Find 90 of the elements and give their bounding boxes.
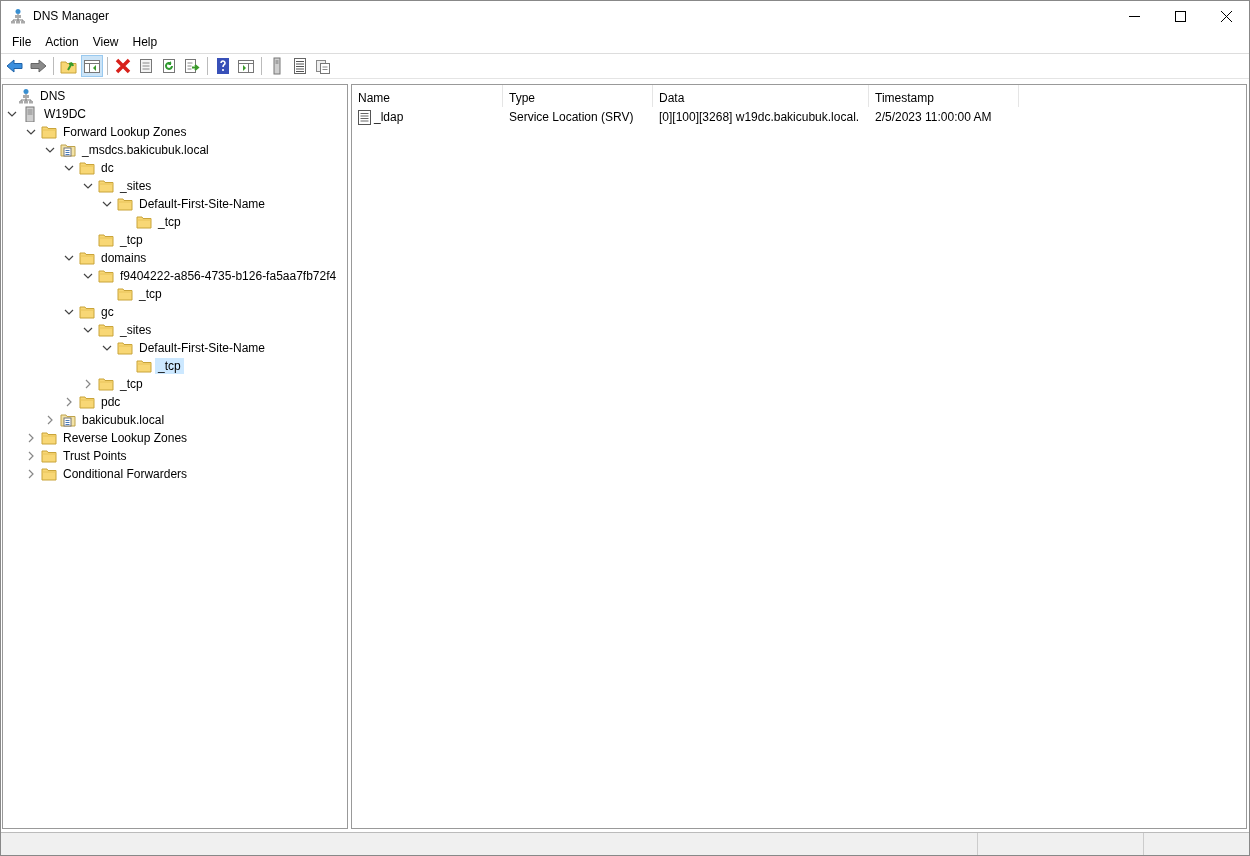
record-icon: [356, 109, 372, 125]
tree-item[interactable]: DNS: [37, 88, 69, 104]
tree-item[interactable]: _sites: [117, 178, 155, 194]
export-list-icon: [183, 57, 201, 75]
maximize-icon[interactable]: [1174, 10, 1186, 22]
expanded-chevron-icon[interactable]: [83, 181, 93, 191]
table-cell: 2/5/2023 11:00:00 AM: [875, 110, 992, 124]
column-header[interactable]: Data: [653, 85, 869, 107]
folder-icon: [79, 394, 95, 410]
column-header[interactable]: Name: [352, 85, 503, 107]
menu-item[interactable]: Help: [125, 35, 165, 49]
folder-icon: [41, 466, 57, 482]
folder-icon: [79, 160, 95, 176]
tree-item[interactable]: dc: [98, 160, 117, 176]
tree-item[interactable]: Conditional Forwarders: [60, 466, 191, 482]
column-header[interactable]: Timestamp: [869, 85, 1019, 107]
tree-item[interactable]: _tcp: [117, 376, 146, 392]
expanded-chevron-icon[interactable]: [64, 307, 74, 317]
folder-icon: [98, 322, 114, 338]
tree-item[interactable]: Trust Points: [60, 448, 130, 464]
tree-item[interactable]: _sites: [117, 322, 155, 338]
document-folder-icon: [60, 142, 76, 158]
copy-icon: [314, 57, 332, 75]
tree-item[interactable]: _tcp: [117, 232, 146, 248]
expanded-chevron-icon[interactable]: [64, 253, 74, 263]
delete-icon: [114, 57, 132, 75]
folder-icon: [136, 358, 152, 374]
expanded-chevron-icon[interactable]: [26, 127, 36, 137]
tree-item[interactable]: Default-First-Site-Name: [136, 340, 269, 356]
folder-icon: [79, 250, 95, 266]
folder-icon: [117, 286, 133, 302]
table-cell: _ldap: [374, 110, 404, 124]
collapsed-chevron-icon[interactable]: [26, 433, 36, 443]
tree-item[interactable]: f9404222-a856-4735-b126-fa5aa7fb72f4: [117, 268, 340, 284]
toolbar-button[interactable]: [81, 55, 103, 77]
expanded-chevron-icon[interactable]: [83, 325, 93, 335]
folder-icon: [98, 178, 114, 194]
tree-item[interactable]: _tcp: [136, 286, 165, 302]
window-title: DNS Manager: [33, 9, 110, 23]
folder-icon: [41, 430, 57, 446]
expanded-chevron-icon[interactable]: [102, 199, 112, 209]
tree-item[interactable]: _msdcs.bakicubuk.local: [79, 142, 212, 158]
table-cell: Service Location (SRV): [509, 110, 634, 124]
tree-item[interactable]: gc: [98, 304, 117, 320]
expanded-chevron-icon[interactable]: [102, 343, 112, 353]
tree-item[interactable]: bakicubuk.local: [79, 412, 168, 428]
menu-item[interactable]: View: [85, 35, 126, 49]
folder-icon: [98, 232, 114, 248]
folder-icon: [117, 340, 133, 356]
close-icon[interactable]: [1220, 10, 1232, 22]
menu-item[interactable]: File: [5, 35, 39, 49]
tree-item[interactable]: W19DC: [41, 106, 89, 122]
properties-icon: [137, 57, 155, 75]
expanded-chevron-icon[interactable]: [83, 271, 93, 281]
console-tree-icon: [83, 57, 101, 75]
collapsed-chevron-icon[interactable]: [45, 415, 55, 425]
expanded-chevron-icon[interactable]: [45, 145, 55, 155]
network-icon: [18, 88, 34, 104]
folder-icon: [136, 214, 152, 230]
tree-item[interactable]: Default-First-Site-Name: [136, 196, 269, 212]
tree-item[interactable]: _tcp: [155, 358, 184, 374]
tree-item[interactable]: pdc: [98, 394, 124, 410]
collapsed-chevron-icon[interactable]: [64, 397, 74, 407]
help-icon: [214, 57, 232, 75]
collapsed-chevron-icon[interactable]: [83, 379, 93, 389]
folder-icon: [98, 376, 114, 392]
refresh-icon: [160, 57, 178, 75]
forward-arrow-icon: [29, 57, 47, 75]
server-icon: [22, 106, 38, 122]
menu-item[interactable]: Action: [38, 35, 86, 49]
back-arrow-icon: [6, 57, 24, 75]
column-header[interactable]: Type: [503, 85, 653, 107]
tree-item[interactable]: Reverse Lookup Zones: [60, 430, 191, 446]
folder-icon: [79, 304, 95, 320]
action-pane-icon: [237, 57, 255, 75]
table-cell: [0][100][3268] w19dc.bakicubuk.local.: [659, 110, 860, 124]
collapsed-chevron-icon[interactable]: [26, 469, 36, 479]
folder-icon: [41, 124, 57, 140]
app-network-icon: [10, 8, 26, 24]
list-icon: [291, 57, 309, 75]
expanded-chevron-icon[interactable]: [7, 109, 17, 119]
folder-icon: [98, 268, 114, 284]
document-folder-icon: [60, 412, 76, 428]
folder-icon: [41, 448, 57, 464]
tree-item[interactable]: Forward Lookup Zones: [60, 124, 190, 140]
expanded-chevron-icon[interactable]: [64, 163, 74, 173]
tree-item[interactable]: _tcp: [155, 214, 184, 230]
collapsed-chevron-icon[interactable]: [26, 451, 36, 461]
tree-item[interactable]: domains: [98, 250, 150, 266]
folder-icon: [117, 196, 133, 212]
